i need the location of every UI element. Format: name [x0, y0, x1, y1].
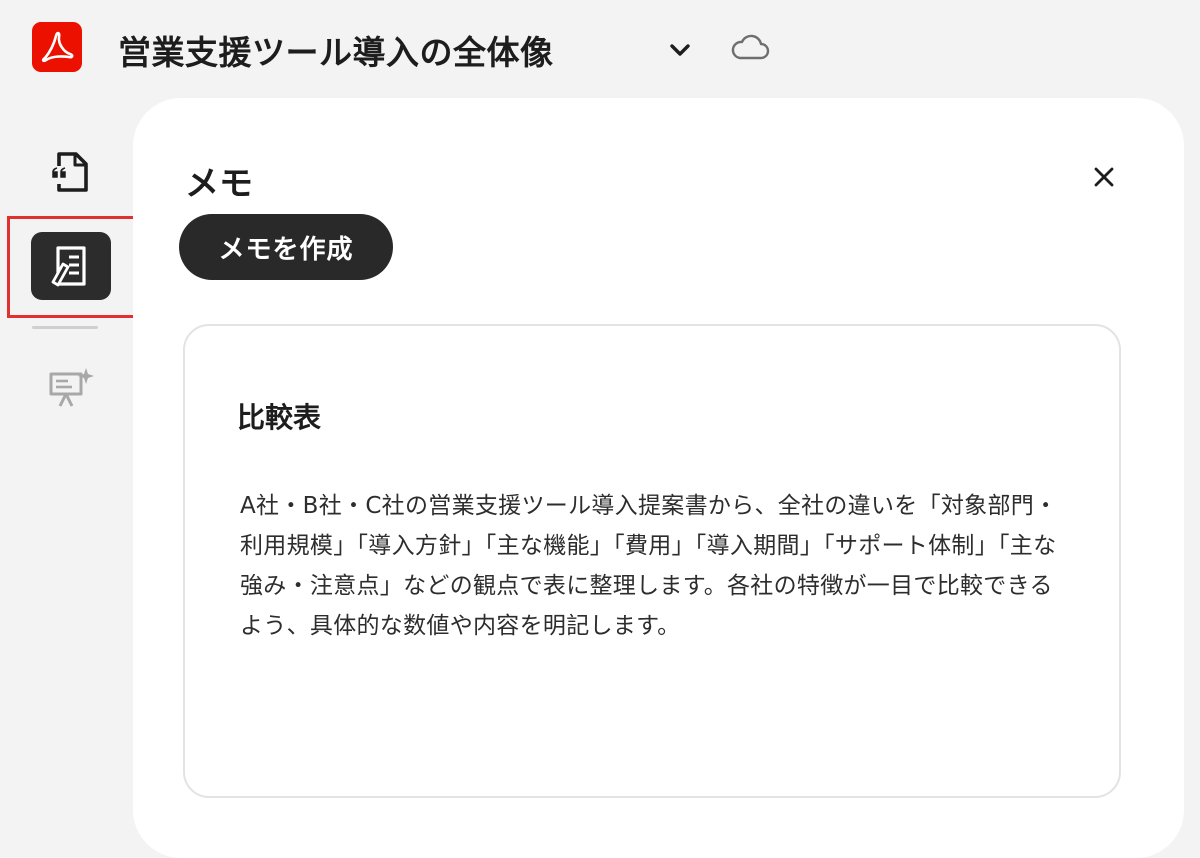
notes-highlight-box: [7, 216, 137, 318]
quote-document-icon[interactable]: [44, 146, 96, 198]
document-title[interactable]: 営業支援ツール導入の全体像: [118, 26, 554, 74]
presentation-sparkle-icon[interactable]: [46, 364, 96, 410]
app-header: 営業支援ツール導入の全体像: [0, 0, 1200, 96]
acrobat-logo-icon: [32, 22, 82, 72]
notes-panel: メモ メモを作成 比較表 A社・B社・C社の営業支援ツール導入提案書から、全社の…: [133, 98, 1184, 858]
chevron-down-icon[interactable]: [664, 34, 696, 66]
note-body: A社・B社・C社の営業支援ツール導入提案書から、全社の違いを「対象部門・利用規模…: [240, 493, 1058, 639]
close-icon[interactable]: [1089, 162, 1119, 192]
panel-title: メモ: [185, 164, 253, 204]
rail-divider: [32, 326, 98, 329]
note-title: 比較表: [237, 401, 322, 434]
cloud-icon[interactable]: [730, 30, 770, 66]
create-note-button[interactable]: メモを作成: [179, 214, 393, 280]
note-card[interactable]: 比較表 A社・B社・C社の営業支援ツール導入提案書から、全社の違いを「対象部門・…: [183, 324, 1121, 798]
